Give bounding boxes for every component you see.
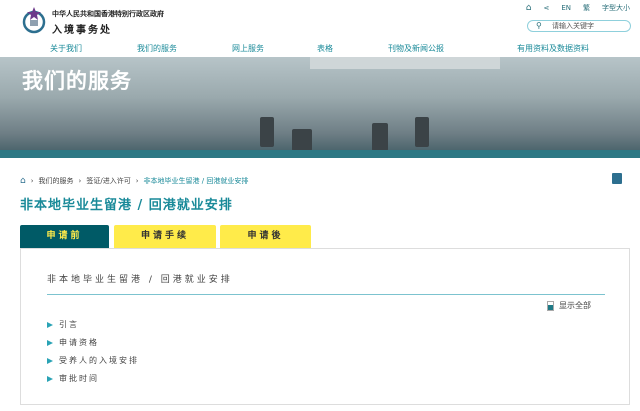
content-panel: 非本地毕业生留港 / 回港就业安排 显示全部 引言 申请资格 受养人的入境安排 … bbox=[20, 248, 630, 405]
triangle-right-icon bbox=[47, 339, 53, 346]
tab-before-application[interactable]: 申请前 bbox=[20, 225, 109, 248]
breadcrumb-visa[interactable]: 签证/进入许可 bbox=[86, 176, 130, 186]
breadcrumb-current: 非本地毕业生留港 / 回港就业安排 bbox=[143, 177, 249, 185]
tab-application-procedure[interactable]: 申请手续 bbox=[114, 225, 216, 248]
banner-title: 我们的服务 bbox=[22, 69, 132, 93]
gate-image bbox=[292, 129, 312, 151]
nav-forms[interactable]: 表格 bbox=[317, 43, 333, 54]
nav-online[interactable]: 网上服务 bbox=[232, 43, 264, 54]
banner: 我们的服务 bbox=[0, 57, 640, 158]
accordion-item[interactable]: 申请资格 bbox=[47, 337, 99, 348]
font-size-link[interactable]: 字型大小 bbox=[602, 3, 630, 13]
hkid-logo bbox=[22, 7, 46, 34]
utility-bar: ⌂ ⋖ EN 繁 字型大小 bbox=[526, 3, 630, 13]
nav-about[interactable]: 关于我们 bbox=[50, 43, 82, 54]
panel-title: 非本地毕业生留港 / 回港就业安排 bbox=[47, 275, 233, 285]
share-icon[interactable]: ⋖ bbox=[543, 4, 549, 12]
department-name: 入境事务处 bbox=[52, 25, 112, 36]
gate-image bbox=[415, 117, 429, 147]
gate-image bbox=[372, 123, 388, 151]
banner-sign bbox=[310, 57, 500, 69]
nav-useful-info[interactable]: 有用资料及数据资料 bbox=[517, 43, 589, 54]
triangle-right-icon bbox=[47, 375, 53, 382]
print-icon[interactable] bbox=[612, 173, 622, 184]
show-all-toggle[interactable]: 显示全部 bbox=[547, 300, 591, 311]
accordion-item[interactable]: 受养人的入境安排 bbox=[47, 355, 139, 366]
accordion-item[interactable]: 引言 bbox=[47, 319, 79, 330]
nav-services[interactable]: 我们的服务 bbox=[137, 43, 177, 54]
english-link[interactable]: EN bbox=[561, 4, 571, 12]
page-title: 非本地毕业生留港 / 回港就业安排 bbox=[20, 198, 233, 213]
home-icon[interactable]: ⌂ bbox=[20, 176, 26, 186]
triangle-right-icon bbox=[47, 321, 53, 328]
nav-publications[interactable]: 刊物及新闻公报 bbox=[388, 43, 444, 54]
expand-icon bbox=[547, 300, 554, 311]
tab-after-application[interactable]: 申请後 bbox=[220, 225, 311, 248]
accordion-item[interactable]: 审批时间 bbox=[47, 373, 99, 384]
breadcrumb: ⌂ › 我们的服务 › 签证/进入许可 › 非本地毕业生留港 / 回港就业安排 bbox=[20, 176, 249, 186]
divider bbox=[47, 294, 605, 295]
traditional-link[interactable]: 繁 bbox=[583, 3, 590, 13]
triangle-right-icon bbox=[47, 357, 53, 364]
home-icon[interactable]: ⌂ bbox=[526, 3, 532, 13]
government-name: 中华人民共和国香港特别行政区政府 bbox=[52, 10, 164, 18]
search-icon[interactable]: ⚲ bbox=[536, 21, 542, 31]
banner-band bbox=[0, 150, 640, 158]
search-input[interactable]: ⚲ 请输入关键字 bbox=[527, 20, 631, 32]
gate-image bbox=[260, 117, 274, 147]
breadcrumb-services[interactable]: 我们的服务 bbox=[39, 176, 74, 186]
